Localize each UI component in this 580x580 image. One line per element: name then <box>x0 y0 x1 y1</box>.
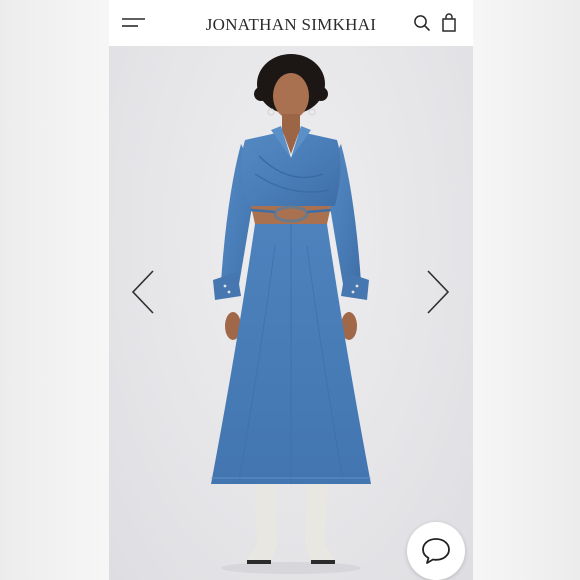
product-image[interactable] <box>109 46 473 580</box>
chevron-right-icon[interactable] <box>422 267 452 317</box>
search-icon[interactable] <box>413 14 431 32</box>
chat-bubble-icon <box>422 538 450 564</box>
model-photo-illustration <box>211 54 371 574</box>
chat-button[interactable] <box>407 522 465 580</box>
hamburger-menu-icon[interactable] <box>121 15 147 31</box>
site-header: JONATHAN SIMKHAI <box>109 0 473 46</box>
shopping-bag-icon[interactable] <box>441 13 457 32</box>
chevron-left-icon[interactable] <box>129 267 159 317</box>
mobile-screen: JONATHAN SIMKHAI <box>109 0 473 580</box>
